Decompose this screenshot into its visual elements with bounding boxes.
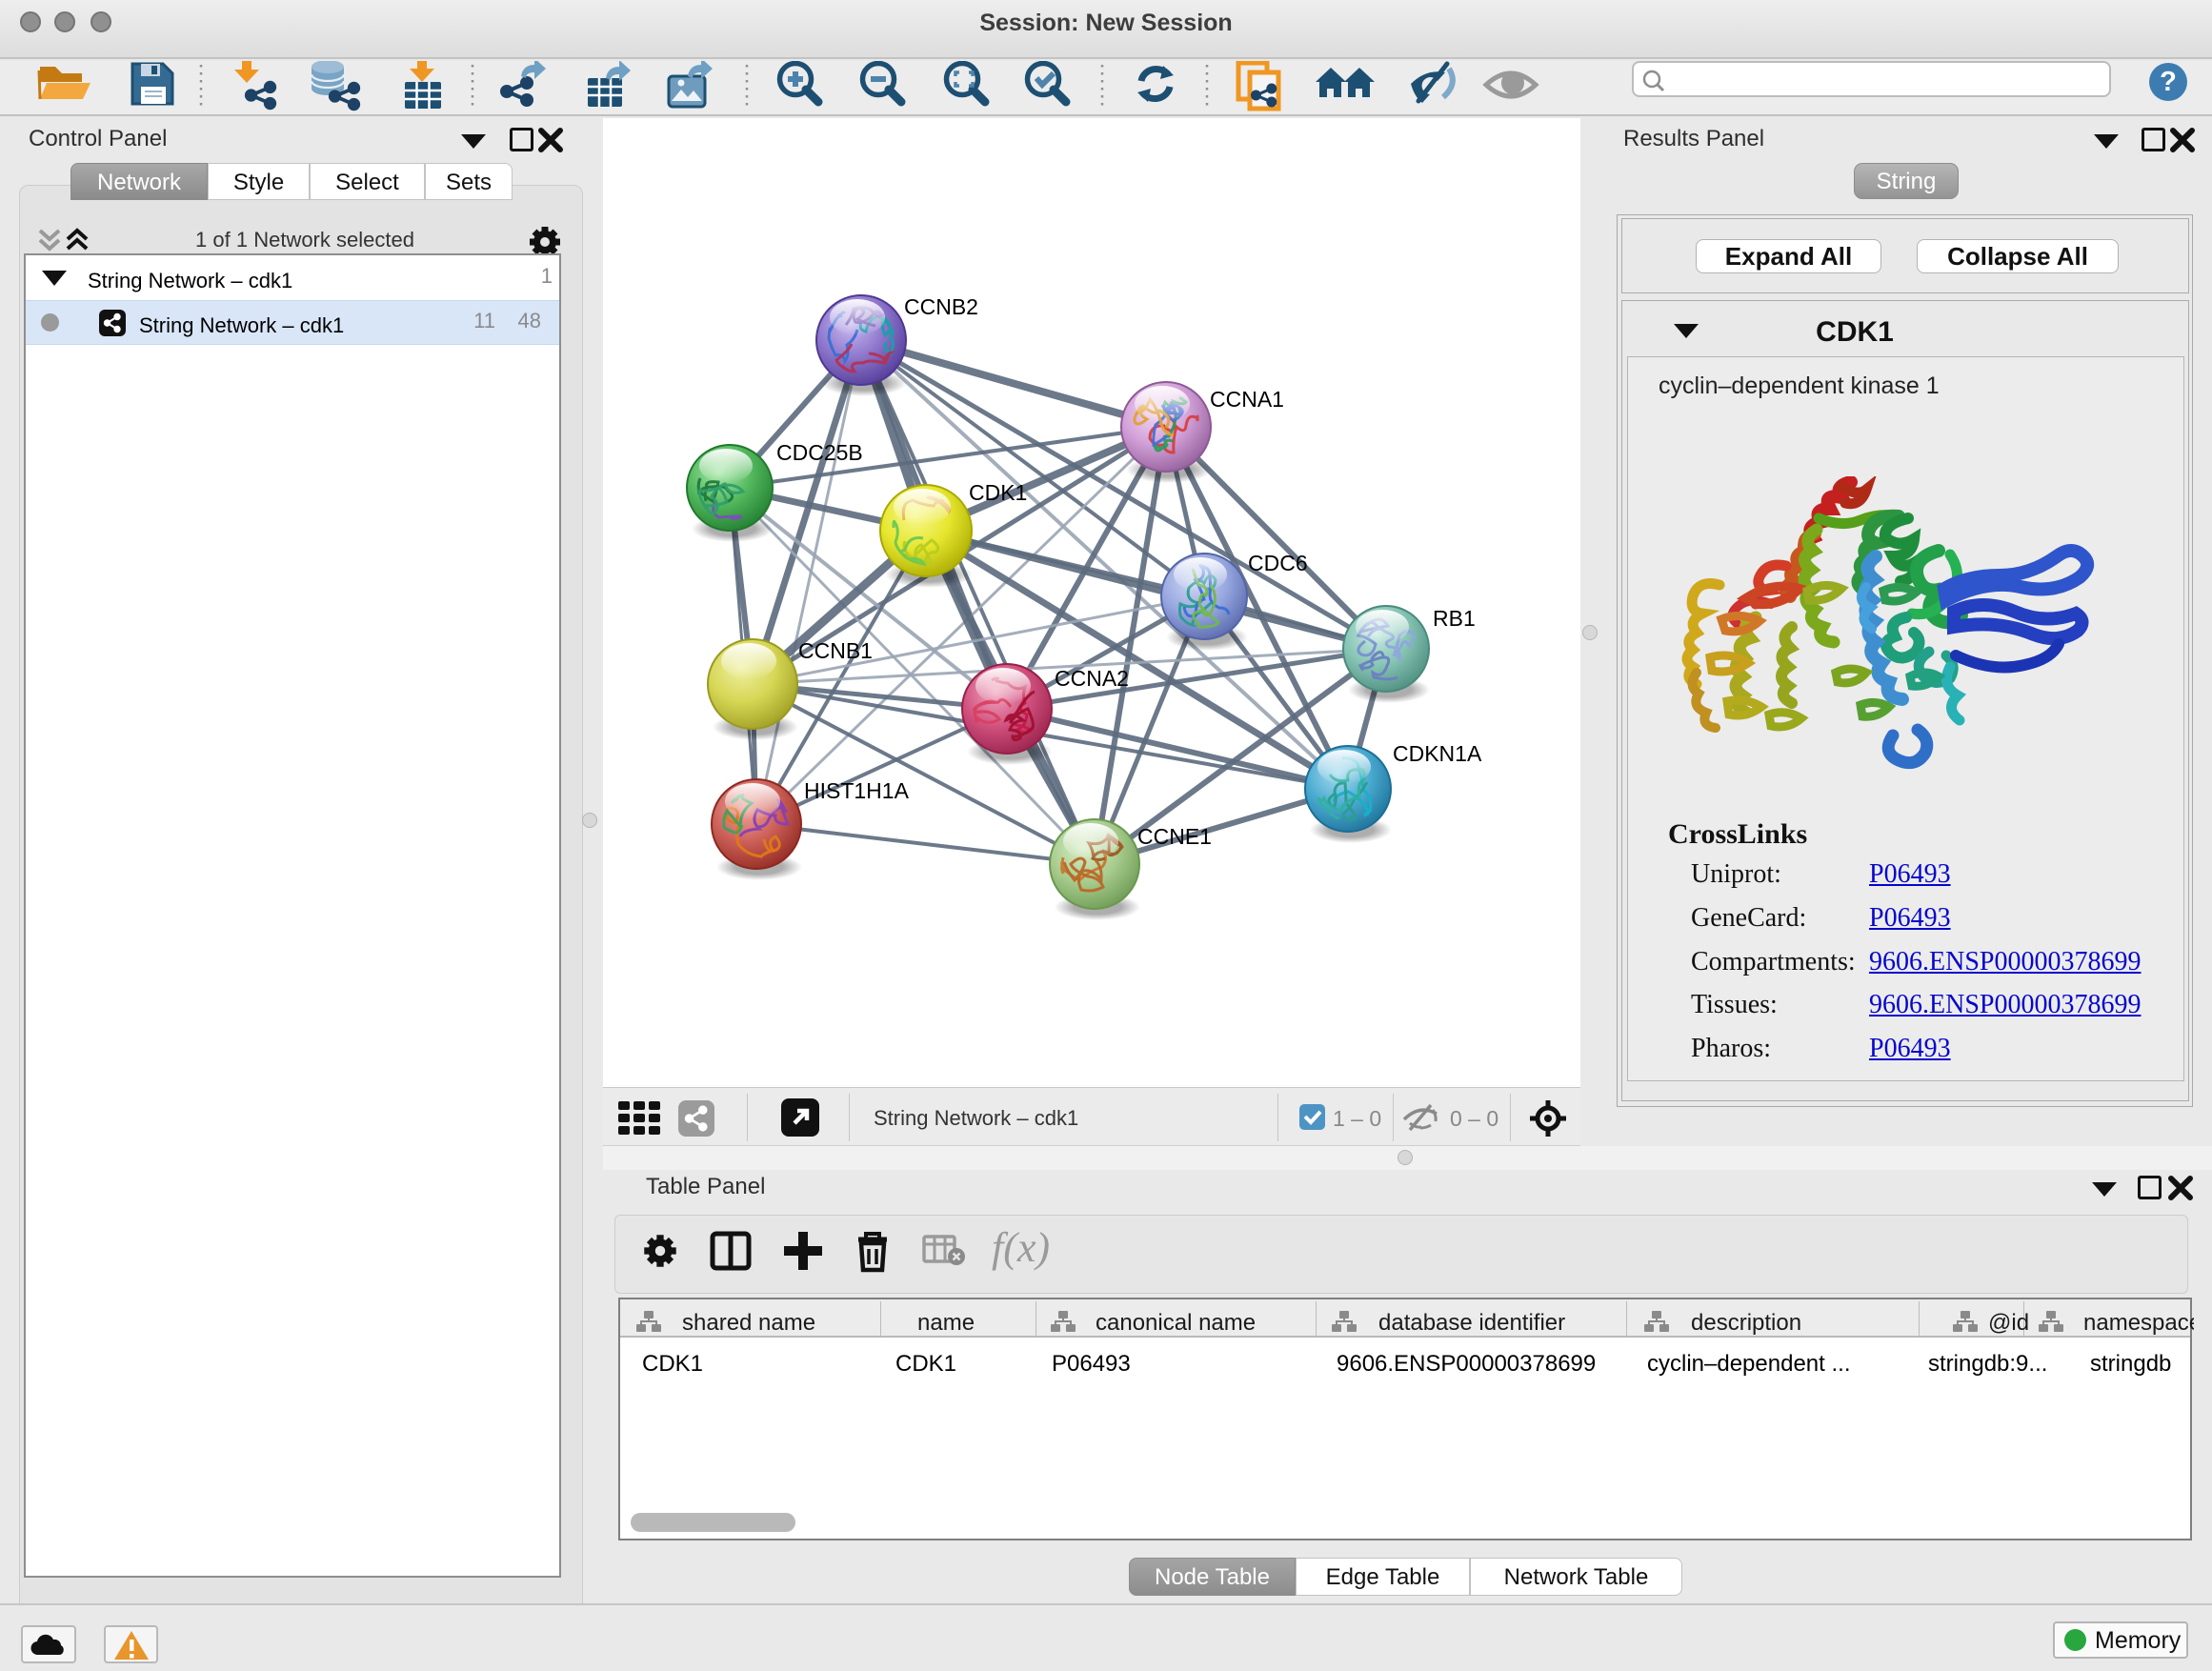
svg-text:CCNB2: CCNB2 — [904, 294, 978, 319]
svg-text:CDKN1A: CDKN1A — [1393, 741, 1482, 766]
svg-text:CCNE1: CCNE1 — [1137, 824, 1212, 849]
svg-text:CCNA1: CCNA1 — [1210, 387, 1284, 412]
svg-text:CDC25B: CDC25B — [776, 440, 863, 465]
svg-text:CCNB1: CCNB1 — [798, 638, 873, 663]
svg-text:CDK1: CDK1 — [969, 480, 1027, 505]
svg-text:RB1: RB1 — [1433, 606, 1476, 631]
svg-text:HIST1H1A: HIST1H1A — [804, 778, 910, 803]
svg-text:CDC6: CDC6 — [1248, 551, 1308, 575]
svg-text:CCNA2: CCNA2 — [1055, 666, 1129, 691]
